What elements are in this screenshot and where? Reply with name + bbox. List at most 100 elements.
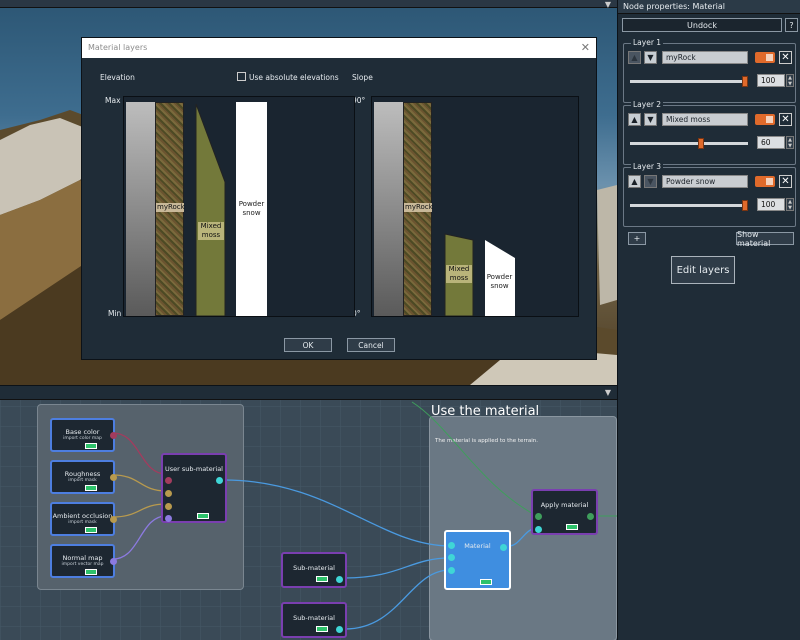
edit-layers-button[interactable]: Edit layers [671, 256, 735, 284]
node-toggle[interactable] [85, 569, 97, 575]
node-title: Sub-material [293, 614, 335, 622]
material-node[interactable]: Material [444, 530, 511, 590]
apply-material-node[interactable]: Apply material [531, 489, 598, 535]
output-port[interactable] [587, 513, 594, 520]
input-port[interactable] [165, 477, 172, 484]
user-sub-material-node[interactable]: User sub-material [161, 453, 227, 523]
base-color-node[interactable]: Base color import color map [50, 418, 117, 452]
output-port[interactable] [110, 432, 117, 439]
close-icon[interactable]: ✕ [581, 41, 590, 54]
absolute-elevations-checkbox[interactable] [237, 72, 246, 81]
layer-1-group: Layer 1 ▲ ▼ myRock ✕ 100 ▲ ▼ [623, 38, 796, 103]
node-toggle[interactable] [85, 443, 97, 449]
layer-2-toggle[interactable] [755, 114, 775, 125]
move-up-icon[interactable]: ▲ [628, 51, 641, 64]
elevation-bar-mixed-moss[interactable] [195, 102, 227, 316]
slope-bar-label-mixed-moss: Mixed moss [446, 265, 472, 283]
layer-2-title: Layer 2 [631, 100, 664, 109]
input-port[interactable] [535, 513, 542, 520]
normal-map-node[interactable]: Normal map import vector map [50, 544, 117, 578]
move-up-icon[interactable]: ▲ [628, 175, 641, 188]
node-subtitle: import color map [63, 436, 102, 441]
sub-material-node-1[interactable]: Sub-material [281, 552, 347, 588]
layer-1-spin-icon[interactable]: ▲ ▼ [786, 74, 794, 87]
layer-3-slider-track[interactable] [630, 204, 748, 207]
material-layers-dialog: Material layers ✕ Elevation Use absolute… [81, 37, 597, 360]
input-port[interactable] [165, 515, 172, 522]
node-toggle[interactable] [85, 485, 97, 491]
layer-1-remove-icon[interactable]: ✕ [779, 51, 792, 64]
layer-3-toggle[interactable] [755, 176, 775, 187]
layer-2-spin-icon[interactable]: ▲ ▼ [786, 136, 794, 149]
layer-2-slider-track[interactable] [630, 142, 748, 145]
elevation-min-label: Min [108, 309, 122, 318]
layer-3-title: Layer 3 [631, 162, 664, 171]
move-down-icon[interactable]: ▼ [644, 175, 657, 188]
layer-3-spin-icon[interactable]: ▲ ▼ [786, 198, 794, 211]
input-port[interactable] [165, 503, 172, 510]
elevation-gradient [126, 102, 155, 316]
node-properties-panel: Node properties: Material Undock ? Layer… [617, 0, 800, 640]
sub-material-node-2[interactable]: Sub-material [281, 602, 347, 638]
output-port[interactable] [336, 626, 343, 633]
slope-bar-label-powder-snow: Powder snow [486, 273, 513, 290]
move-down-icon[interactable]: ▼ [644, 113, 657, 126]
node-graph[interactable]: ▼ Use the material The material is appli… [0, 385, 617, 640]
output-port[interactable] [336, 576, 343, 583]
layer-1-title: Layer 1 [631, 38, 664, 47]
output-port[interactable] [500, 544, 507, 551]
cancel-button[interactable]: Cancel [347, 338, 395, 352]
elevation-max-label: Max [105, 96, 121, 105]
move-down-icon[interactable]: ▼ [644, 51, 657, 64]
node-subtitle: import vector map [61, 562, 104, 567]
elevation-bar-label-myrock: myRock [156, 203, 185, 212]
layer-3-value-field[interactable]: 100 [757, 198, 785, 211]
ambient-occlusion-node[interactable]: Ambient occlusion import mask [50, 502, 117, 536]
input-port[interactable] [448, 554, 455, 561]
layer-1-slider-track[interactable] [630, 80, 748, 83]
help-button[interactable]: ? [785, 18, 798, 32]
node-toggle[interactable] [316, 626, 328, 632]
node-toggle[interactable] [85, 527, 97, 533]
output-port[interactable] [110, 474, 117, 481]
layer-1-name-field[interactable]: myRock [662, 51, 748, 64]
output-port[interactable] [110, 558, 117, 565]
add-layer-button[interactable]: + [628, 232, 646, 245]
node-title: Sub-material [293, 564, 335, 572]
layer-1-toggle[interactable] [755, 52, 775, 63]
elevation-plot: myRock Mixed moss Powder snow [123, 96, 355, 317]
layer-1-value-field[interactable]: 100 [757, 74, 785, 87]
layer-2-remove-icon[interactable]: ✕ [779, 113, 792, 126]
node-toggle[interactable] [566, 524, 578, 530]
dialog-title-bar: Material layers ✕ [82, 38, 596, 58]
layer-2-value-field[interactable]: 60 [757, 136, 785, 149]
ok-button[interactable]: OK [284, 338, 332, 352]
layer-1-slider-thumb[interactable] [742, 76, 748, 87]
roughness-node[interactable]: Roughness import mask [50, 460, 117, 494]
input-port[interactable] [165, 490, 172, 497]
input-port[interactable] [448, 542, 455, 549]
layer-2-name-field[interactable]: Mixed moss [662, 113, 748, 126]
layer-3-group: Layer 3 ▲ ▼ Powder snow ✕ 100 ▲ ▼ [623, 162, 796, 227]
layer-3-remove-icon[interactable]: ✕ [779, 175, 792, 188]
node-toggle[interactable] [197, 513, 209, 519]
slope-gradient [374, 102, 403, 316]
node-toggle[interactable] [480, 579, 492, 585]
input-port[interactable] [448, 567, 455, 574]
node-subtitle: import mask [68, 478, 97, 483]
elevation-bar-label-mixed-moss: Mixed moss [198, 222, 224, 240]
show-material-button[interactable]: Show material [736, 230, 794, 248]
slope-bar-label-myrock: myRock [404, 203, 433, 212]
layer-2-slider-thumb[interactable] [698, 138, 704, 149]
node-title: Apply material [540, 501, 589, 509]
output-port[interactable] [110, 516, 117, 523]
node-title: Ambient occlusion [52, 512, 113, 520]
move-up-icon[interactable]: ▲ [628, 113, 641, 126]
undock-button[interactable]: Undock [622, 18, 782, 32]
elevation-bar-label-powder-snow: Powder snow [238, 200, 265, 217]
input-port[interactable] [535, 526, 542, 533]
layer-3-slider-thumb[interactable] [742, 200, 748, 211]
node-toggle[interactable] [316, 576, 328, 582]
output-port[interactable] [216, 477, 223, 484]
layer-3-name-field[interactable]: Powder snow [662, 175, 748, 188]
